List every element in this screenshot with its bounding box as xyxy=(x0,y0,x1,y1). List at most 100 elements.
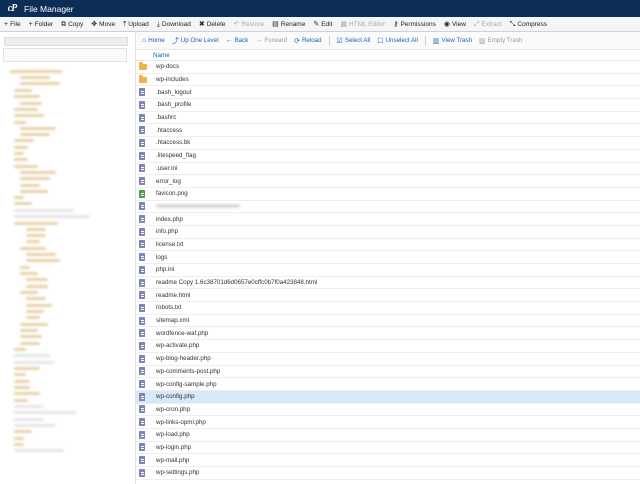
nav-button-forward[interactable]: → Forward xyxy=(255,37,287,44)
tree-node-redacted[interactable] xyxy=(14,399,28,402)
tree-node-redacted[interactable] xyxy=(26,285,48,288)
tree-node-redacted[interactable] xyxy=(26,240,40,243)
tree-node-redacted[interactable] xyxy=(20,323,48,326)
file-row[interactable]: wp-cron.php xyxy=(136,404,640,417)
tree-node-redacted[interactable] xyxy=(14,392,40,395)
tree-node-redacted[interactable] xyxy=(26,228,46,231)
tree-node-redacted[interactable] xyxy=(14,114,44,117)
file-row[interactable]: readme.html xyxy=(136,289,640,303)
file-row[interactable]: php.ini xyxy=(136,264,640,277)
tree-node-redacted[interactable] xyxy=(14,196,24,199)
toolbar-button-html-editor[interactable]: ▦ HTML Editor xyxy=(340,21,385,28)
file-row[interactable]: sitemap.xml xyxy=(136,315,640,328)
nav-button-back[interactable]: ← Back xyxy=(226,37,249,44)
tree-node-redacted[interactable] xyxy=(14,146,28,149)
file-row[interactable]: wp-links-opml.php xyxy=(136,416,640,429)
tree-node-redacted[interactable] xyxy=(20,190,48,193)
tree-node-redacted[interactable] xyxy=(20,335,42,338)
tree-node-redacted[interactable] xyxy=(14,95,40,98)
file-row[interactable]: info.php xyxy=(136,226,640,239)
tree-node-redacted[interactable] xyxy=(14,152,24,155)
tree-node-redacted[interactable] xyxy=(14,139,34,142)
tree-node-redacted[interactable] xyxy=(14,222,58,225)
file-row[interactable]: wp-activate.php xyxy=(136,340,640,353)
file-row[interactable]: wp-config.php xyxy=(136,390,640,404)
tree-node-redacted[interactable] xyxy=(20,127,56,130)
toolbar-button-restore[interactable]: ↶ Restore xyxy=(234,21,265,28)
file-row[interactable]: .user.ini xyxy=(136,163,640,176)
tree-node-redacted[interactable] xyxy=(26,253,56,256)
tree-node-redacted[interactable] xyxy=(14,411,76,414)
tree-node-redacted[interactable] xyxy=(14,165,38,168)
file-row[interactable]: favicon.png xyxy=(136,188,640,201)
file-row[interactable]: wp-config-sample.php xyxy=(136,378,640,391)
nav-button-unselect-all[interactable]: ☐ Unselect All xyxy=(377,37,418,45)
go-bar[interactable] xyxy=(3,48,127,62)
file-row[interactable]: .htaccess.bk xyxy=(136,137,640,150)
tree-node-redacted[interactable] xyxy=(26,259,60,262)
file-row[interactable]: wp-docs xyxy=(136,61,640,74)
file-row[interactable]: license.txt xyxy=(136,239,640,252)
toolbar-button-file[interactable]: + File xyxy=(4,21,21,28)
file-row[interactable]: .bash_profile xyxy=(136,99,640,112)
toolbar-button-copy[interactable]: ⧉ Copy xyxy=(61,21,83,28)
file-row[interactable]: .bashrc xyxy=(136,112,640,125)
tree-node-redacted[interactable] xyxy=(14,367,40,370)
toolbar-button-move[interactable]: ✥ Move xyxy=(91,21,115,28)
tree-node-redacted[interactable] xyxy=(20,266,30,269)
file-row[interactable]: robots.txt xyxy=(136,302,640,315)
file-row[interactable]: index.php xyxy=(136,213,640,226)
tree-node-redacted[interactable] xyxy=(26,304,52,307)
file-row[interactable]: wp-load.php xyxy=(136,429,640,442)
file-row[interactable]: wp-login.php xyxy=(136,442,640,455)
tree-node-redacted[interactable] xyxy=(14,443,24,446)
file-row[interactable]: .bash_logout xyxy=(136,86,640,100)
file-row[interactable]: wp-includes xyxy=(136,74,640,87)
file-row[interactable]: wp-settings.php xyxy=(136,467,640,480)
path-input[interactable] xyxy=(4,37,128,46)
toolbar-button-download[interactable]: ⤓ Download xyxy=(157,21,191,28)
toolbar-button-extract[interactable]: ⤢ Extract xyxy=(474,21,502,28)
tree-node-redacted[interactable] xyxy=(14,202,32,205)
nav-button-home[interactable]: ⌂ Home xyxy=(142,37,165,44)
tree-node-redacted[interactable] xyxy=(14,121,26,124)
tree-node-redacted[interactable] xyxy=(20,171,56,174)
tree-node-redacted[interactable] xyxy=(26,234,46,237)
directory-tree-sidebar[interactable] xyxy=(0,32,136,484)
nav-button-empty-trash[interactable]: ▥ Empty Trash xyxy=(479,37,522,45)
toolbar-button-upload[interactable]: ⤒ Upload xyxy=(123,21,149,28)
file-row[interactable]: .htaccess xyxy=(136,124,640,138)
toolbar-button-permissions[interactable]: ⚷ Permissions xyxy=(393,21,436,28)
tree-node-redacted[interactable] xyxy=(26,278,48,281)
nav-button-reload[interactable]: ⟳ Reload xyxy=(294,37,321,45)
tree-node-redacted[interactable] xyxy=(20,329,38,332)
file-row[interactable]: logs xyxy=(136,251,640,264)
tree-node-redacted[interactable] xyxy=(20,342,40,345)
tree-node-redacted[interactable] xyxy=(20,76,50,79)
tree-node-redacted[interactable] xyxy=(14,361,54,364)
tree-node-redacted[interactable] xyxy=(14,386,30,389)
toolbar-button-view[interactable]: ◉ View xyxy=(444,21,466,28)
tree-node-redacted[interactable] xyxy=(14,215,90,218)
tree-node-redacted[interactable] xyxy=(14,430,32,433)
nav-button-up-one-level[interactable]: ⤴ Up One Level xyxy=(172,36,219,46)
tree-node-redacted[interactable] xyxy=(26,297,46,300)
tree-node-redacted[interactable] xyxy=(14,348,26,351)
tree-node-redacted[interactable] xyxy=(20,272,38,275)
file-row[interactable]: readme Copy 1.6c38701d6d0657e0cffc0b7f0a… xyxy=(136,277,640,290)
toolbar-button-compress[interactable]: ⤡ Compress xyxy=(510,21,547,28)
tree-node-redacted[interactable] xyxy=(26,310,44,313)
tree-node-redacted[interactable] xyxy=(14,158,28,161)
column-header-name[interactable]: Name xyxy=(136,50,640,61)
tree-node-redacted[interactable] xyxy=(20,177,50,180)
tree-node-redacted[interactable] xyxy=(14,449,64,452)
tree-node-redacted[interactable] xyxy=(14,437,24,440)
tree-node-redacted[interactable] xyxy=(26,316,40,319)
tree-node-redacted[interactable] xyxy=(14,418,44,421)
file-row[interactable]: error_log xyxy=(136,175,640,188)
file-row[interactable]: .litespeed_flag xyxy=(136,150,640,163)
tree-node-redacted[interactable] xyxy=(14,354,50,357)
tree-node-redacted[interactable] xyxy=(20,133,50,136)
toolbar-button-folder[interactable]: + Folder xyxy=(29,21,54,28)
file-row[interactable] xyxy=(136,201,640,214)
